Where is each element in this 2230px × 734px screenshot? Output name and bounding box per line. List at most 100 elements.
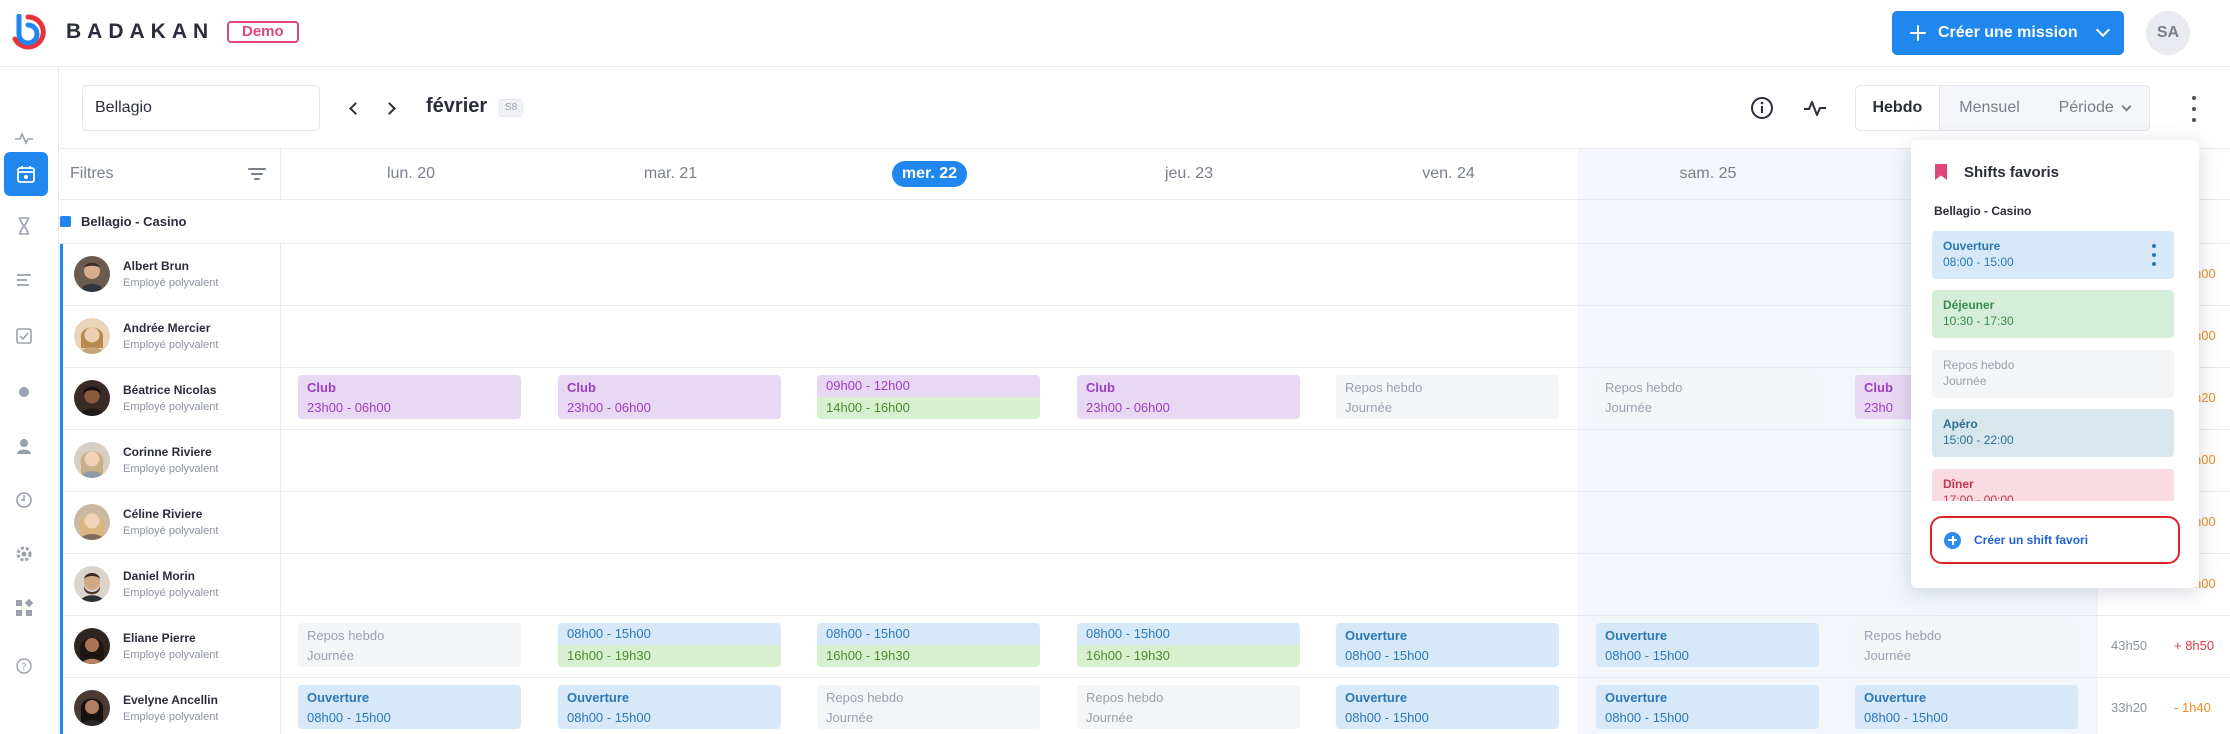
employee-info[interactable]: Albert Brun Employé polyvalent	[60, 244, 281, 306]
previous-week-button[interactable]	[340, 95, 366, 121]
shift-card[interactable]: Ouverture 08h00 - 15h00	[1596, 685, 1819, 729]
favorite-shift-item[interactable]: Repos hebdo Journée	[1932, 350, 2174, 398]
employee-info[interactable]: Andrée Mercier Employé polyvalent	[60, 306, 281, 368]
shift-card[interactable]: Club 23h00 - 06h00	[558, 375, 781, 419]
checklist-icon[interactable]	[0, 316, 48, 356]
day-header-fri: ven. 24	[1319, 148, 1578, 200]
create-favorite-shift-button[interactable]: Créer un shift favori	[1930, 516, 2180, 564]
create-mission-button[interactable]: Créer une mission	[1892, 11, 2124, 55]
employee-name: Evelyne Ancellin	[123, 693, 218, 707]
month-title: février	[426, 95, 488, 117]
employee-avatar	[74, 690, 110, 726]
employee-info[interactable]: Béatrice Nicolas Employé polyvalent	[60, 368, 281, 430]
day-header-tue: mar. 21	[541, 148, 800, 200]
shift-card[interactable]: Repos hebdo Journée	[817, 685, 1040, 729]
week-number-badge: S8	[499, 99, 524, 117]
favorite-shift-item[interactable]: Apéro 15:00 - 22:00	[1932, 409, 2174, 457]
employee-info[interactable]: Eliane Pierre Employé polyvalent	[60, 616, 281, 678]
employee-avatar	[74, 380, 110, 416]
shift-card-split[interactable]: 09h00 - 12h00 14h00 - 16h00	[817, 375, 1040, 419]
employee-info[interactable]: Daniel Morin Employé polyvalent	[60, 554, 281, 616]
view-periode-tab[interactable]: Période	[2039, 86, 2149, 130]
settings-icon[interactable]	[0, 534, 48, 574]
user-avatar[interactable]: SA	[2146, 11, 2190, 55]
site-search-input[interactable]	[82, 85, 320, 131]
next-week-button[interactable]	[378, 95, 404, 121]
user-icon[interactable]	[0, 426, 48, 466]
shift-card[interactable]: Ouverture 08h00 - 15h00	[298, 685, 521, 729]
employee-info[interactable]: Céline Riviere Employé polyvalent	[60, 492, 281, 554]
hourglass-icon[interactable]	[0, 206, 48, 246]
apps-icon[interactable]	[0, 588, 48, 628]
more-options-icon[interactable]	[2152, 244, 2156, 266]
employee-role: Employé polyvalent	[123, 525, 219, 537]
info-icon[interactable]	[1748, 94, 1776, 122]
create-mission-label: Créer une mission	[1938, 24, 2078, 41]
badakan-logo-icon[interactable]	[10, 14, 46, 50]
shift-card[interactable]: Ouverture 08h00 - 15h00	[1336, 685, 1559, 729]
favorite-shift-item[interactable]: Dîner 17:00 - 00:00	[1932, 469, 2174, 501]
hours-delta: - 1h40	[2174, 700, 2211, 715]
employee-row: Evelyne Ancellin Employé polyvalent Ouve…	[60, 678, 2230, 734]
clock-icon[interactable]	[0, 480, 48, 520]
favorite-shift-item[interactable]: Ouverture 08:00 - 15:00	[1932, 231, 2174, 279]
employee-role: Employé polyvalent	[123, 401, 219, 413]
filter-icon	[248, 166, 266, 182]
favorite-shifts-popover: Shifts favoris Bellagio - Casino Ouvertu…	[1911, 140, 2199, 588]
popover-site-label: Bellagio - Casino	[1934, 204, 2032, 218]
calendar-icon[interactable]	[4, 152, 48, 196]
employee-avatar	[74, 504, 110, 540]
shift-card[interactable]: Ouverture 08h00 - 15h00	[1855, 685, 2078, 729]
help-icon[interactable]: ?	[0, 646, 48, 686]
left-nav: ?	[0, 68, 59, 734]
employee-row: Corinne Riviere Employé polyvalent h00	[60, 430, 2230, 492]
employee-name: Daniel Morin	[123, 569, 196, 583]
day-header-mon: lun. 20	[281, 148, 541, 200]
employee-row: Eliane Pierre Employé polyvalent Repos h…	[60, 616, 2230, 678]
view-switch: Hebdo Mensuel Période	[1855, 85, 2150, 131]
shift-card[interactable]: Ouverture 08h00 - 15h00	[1596, 623, 1819, 667]
favorite-shift-item[interactable]: Déjeuner 10:30 - 17:30	[1932, 290, 2174, 338]
shift-card[interactable]: Repos hebdo Journée	[298, 623, 521, 667]
top-bar: BADAKAN Demo Créer une mission SA	[0, 0, 2230, 67]
favorite-shift-list[interactable]: Ouverture 08:00 - 15:00 Déjeuner 10:30 - 1…	[1932, 231, 2174, 501]
day-header-wed-today: mer. 22	[800, 148, 1059, 200]
bookmark-icon	[1935, 164, 1947, 180]
hours-delta: + 8h50	[2174, 638, 2215, 653]
employee-info[interactable]: Evelyne Ancellin Employé polyvalent	[60, 678, 281, 734]
view-mensuel-tab[interactable]: Mensuel	[1940, 86, 2040, 130]
more-options-icon[interactable]	[2190, 96, 2198, 122]
shift-card[interactable]: Club 23h00 - 06h00	[1077, 375, 1300, 419]
employee-role: Employé polyvalent	[123, 339, 219, 351]
dot-icon[interactable]	[0, 372, 48, 412]
employee-name: Céline Riviere	[123, 507, 203, 521]
shift-card-split[interactable]: 08h00 - 15h00 16h00 - 19h30	[558, 623, 781, 667]
create-favorite-shift-label: Créer un shift favori	[1974, 533, 2089, 547]
group-row[interactable]: Bellagio - Casino	[60, 200, 2230, 244]
hours-total: 43h50	[2111, 638, 2148, 653]
list-icon[interactable]	[0, 260, 48, 300]
employee-row: Albert Brun Employé polyvalent h00	[60, 244, 2230, 306]
employee-avatar	[74, 442, 110, 478]
shift-card[interactable]: Ouverture 08h00 - 15h00	[558, 685, 781, 729]
group-color-square	[60, 216, 71, 227]
shift-card[interactable]: Club 23h00 - 06h00	[298, 375, 521, 419]
shift-card[interactable]: Repos hebdo Journée	[1336, 375, 1559, 419]
shift-card-split[interactable]: 08h00 - 15h00 16h00 - 19h30	[1077, 623, 1300, 667]
chevron-down-icon	[2121, 101, 2132, 111]
employee-info[interactable]: Corinne Riviere Employé polyvalent	[60, 430, 281, 492]
shift-card[interactable]: Repos hebdo Journée	[1855, 623, 2078, 667]
shift-card[interactable]: Ouverture 08h00 - 15h00	[1336, 623, 1559, 667]
chevron-down-icon[interactable]	[2095, 22, 2110, 38]
shift-card-split[interactable]: 08h00 - 15h00 16h00 - 19h30	[817, 623, 1040, 667]
view-hebdo-tab[interactable]: Hebdo	[1856, 86, 1940, 130]
employee-avatar	[74, 566, 110, 602]
brand-name: BADAKAN	[66, 20, 215, 43]
shift-card[interactable]: Repos hebdo Journée	[1596, 375, 1819, 419]
filters-button[interactable]: Filtres	[60, 148, 281, 200]
shift-card[interactable]: Repos hebdo Journée	[1077, 685, 1300, 729]
day-header-sat: sam. 25	[1578, 148, 1838, 200]
employee-role: Employé polyvalent	[123, 649, 219, 661]
employee-name: Andrée Mercier	[123, 321, 211, 335]
activity-chart-icon[interactable]	[1801, 94, 1829, 122]
